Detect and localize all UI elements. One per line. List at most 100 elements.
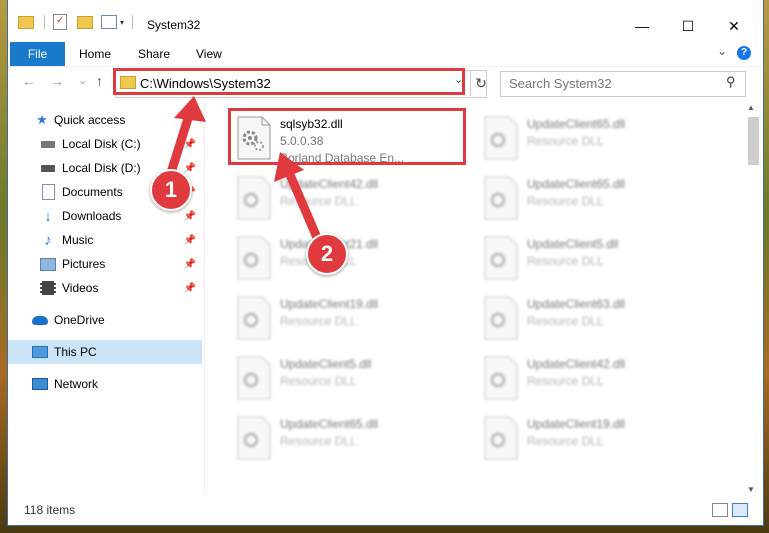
quick-access-toolbar: ✓ ▾ [18,14,134,30]
file-name: UpdateClient42.dll [527,357,626,371]
sidebar-item-label: Network [54,377,99,391]
file-item[interactable]: UpdateClient5.dll Resource DLL [479,228,719,284]
pane-divider[interactable] [204,100,205,495]
file-name: UpdateClient19.dll [280,297,379,311]
window-title: System32 [147,18,201,32]
expand-ribbon-icon[interactable]: ⌄ [717,44,727,58]
dll-file-icon [236,296,272,340]
dll-file-icon [483,296,519,340]
file-type: Resource DLL [280,434,357,448]
scroll-up-icon[interactable]: ▲ [747,103,755,112]
file-name: UpdateClient63.dll [527,297,626,311]
callout-badge-1: 1 [150,169,192,211]
sidebar-item-label: Quick access [54,113,126,127]
file-item[interactable]: UpdateClient19.dll Resource DLL [479,408,719,464]
folder-icon[interactable] [18,15,34,29]
new-folder-icon[interactable] [77,15,93,29]
tab-file[interactable]: File [10,42,65,66]
customize-toolbar-icon[interactable] [101,15,117,29]
drive-icon [40,136,56,152]
address-highlight-box [113,68,465,95]
forward-button[interactable]: → [50,73,64,89]
scroll-down-icon[interactable]: ▼ [747,485,755,494]
sidebar-item-pictures[interactable]: Pictures 📌 [8,252,202,276]
sidebar-item-this-pc[interactable]: This PC [8,340,202,364]
maximize-button[interactable]: ☐ [665,12,711,40]
search-icon[interactable]: ⚲ [726,74,736,90]
sidebar-item-label: Documents [62,185,123,199]
file-item[interactable]: UpdateClient42.dll Resource DLL [232,168,472,224]
help-icon[interactable]: ? [737,46,751,60]
scrollbar-thumb[interactable] [748,117,759,165]
close-button[interactable]: ✕ [711,12,757,40]
sidebar-item-label: OneDrive [54,313,105,327]
file-type: Resource DLL [280,374,357,388]
status-bar [8,497,763,525]
pin-icon[interactable]: 📌 [184,139,196,150]
search-input[interactable]: Search System32 [509,76,612,91]
back-button[interactable]: ← [22,73,36,89]
file-item[interactable]: UpdateClient19.dll Resource DLL [232,288,472,344]
properties-icon[interactable]: ✓ [53,14,67,30]
sidebar-item-label: Downloads [62,209,122,223]
dll-file-icon [483,116,519,160]
separator [132,15,134,29]
file-name: UpdateClient5.dll [280,357,372,371]
sidebar-item-local-disk-c[interactable]: Local Disk (C:) 📌 [8,132,202,156]
sidebar-item-music[interactable]: ♪ Music 📌 [8,228,202,252]
separator [44,15,45,29]
documents-icon [40,184,56,200]
dll-file-icon [483,236,519,280]
minimize-button[interactable]: — [619,12,665,40]
computer-icon [32,344,48,360]
file-item[interactable]: UpdateClient65.dll Resource DLL [479,108,719,164]
pin-icon[interactable]: 📌 [184,259,196,270]
pin-icon[interactable]: 📌 [184,235,196,246]
sidebar-item-videos[interactable]: Videos 📌 [8,276,202,300]
refresh-button[interactable]: ↻ [470,70,491,96]
pictures-icon [40,256,56,272]
music-icon: ♪ [44,231,52,249]
tab-view[interactable]: View [196,47,222,61]
file-item[interactable]: UpdateClient5.dll Resource DLL [232,348,472,404]
file-type: Resource DLL [527,314,604,328]
recent-locations-button[interactable]: ⌄ [78,74,87,87]
details-view-icon[interactable] [712,503,728,517]
tab-home[interactable]: Home [79,47,111,61]
file-name: UpdateClient5.dll [527,237,619,251]
file-item[interactable]: UpdateClient42.dll Resource DLL [479,348,719,404]
navigation-pane: ★ Quick access Local Disk (C:) 📌 Local D… [8,104,202,489]
file-type: Resource DLL [527,194,604,208]
network-icon [32,376,48,392]
pin-icon[interactable]: 📌 [184,283,196,294]
up-button[interactable]: ↑ [96,73,103,89]
sidebar-item-onedrive[interactable]: OneDrive [8,308,202,332]
cloud-icon [32,312,48,328]
download-icon: ↓ [44,207,52,225]
videos-icon [40,280,56,296]
file-name: UpdateClient65.dll [527,177,626,191]
drive-icon [40,160,56,176]
dll-file-icon [236,416,272,460]
file-name: UpdateClient65.dll [280,417,379,431]
dll-file-icon [236,356,272,400]
file-item[interactable]: UpdateClient21.dll Resource DLL [232,228,472,284]
tab-share[interactable]: Share [138,47,170,61]
sidebar-item-label: This PC [54,345,97,359]
star-icon: ★ [36,112,48,127]
file-explorer-window: ✓ ▾ System32 — ☐ ✕ File Home Share View … [8,0,763,525]
sidebar-item-network[interactable]: Network [8,372,202,396]
sidebar-item-label: Local Disk (C:) [62,137,141,151]
file-item[interactable]: UpdateClient65.dll Resource DLL [479,168,719,224]
file-item[interactable]: UpdateClient63.dll Resource DLL [479,288,719,344]
file-item[interactable]: UpdateClient65.dll Resource DLL [232,408,472,464]
chevron-down-icon[interactable]: ▾ [120,18,124,27]
file-name: UpdateClient65.dll [527,117,626,131]
pin-icon[interactable]: 📌 [184,163,196,174]
sidebar-item-quick-access[interactable]: ★ Quick access [8,108,202,132]
file-highlight-box [228,108,466,165]
dll-file-icon [483,416,519,460]
pin-icon[interactable]: 📌 [184,211,196,222]
item-count: 118 items [24,503,76,517]
large-icons-view-icon[interactable] [732,503,748,517]
